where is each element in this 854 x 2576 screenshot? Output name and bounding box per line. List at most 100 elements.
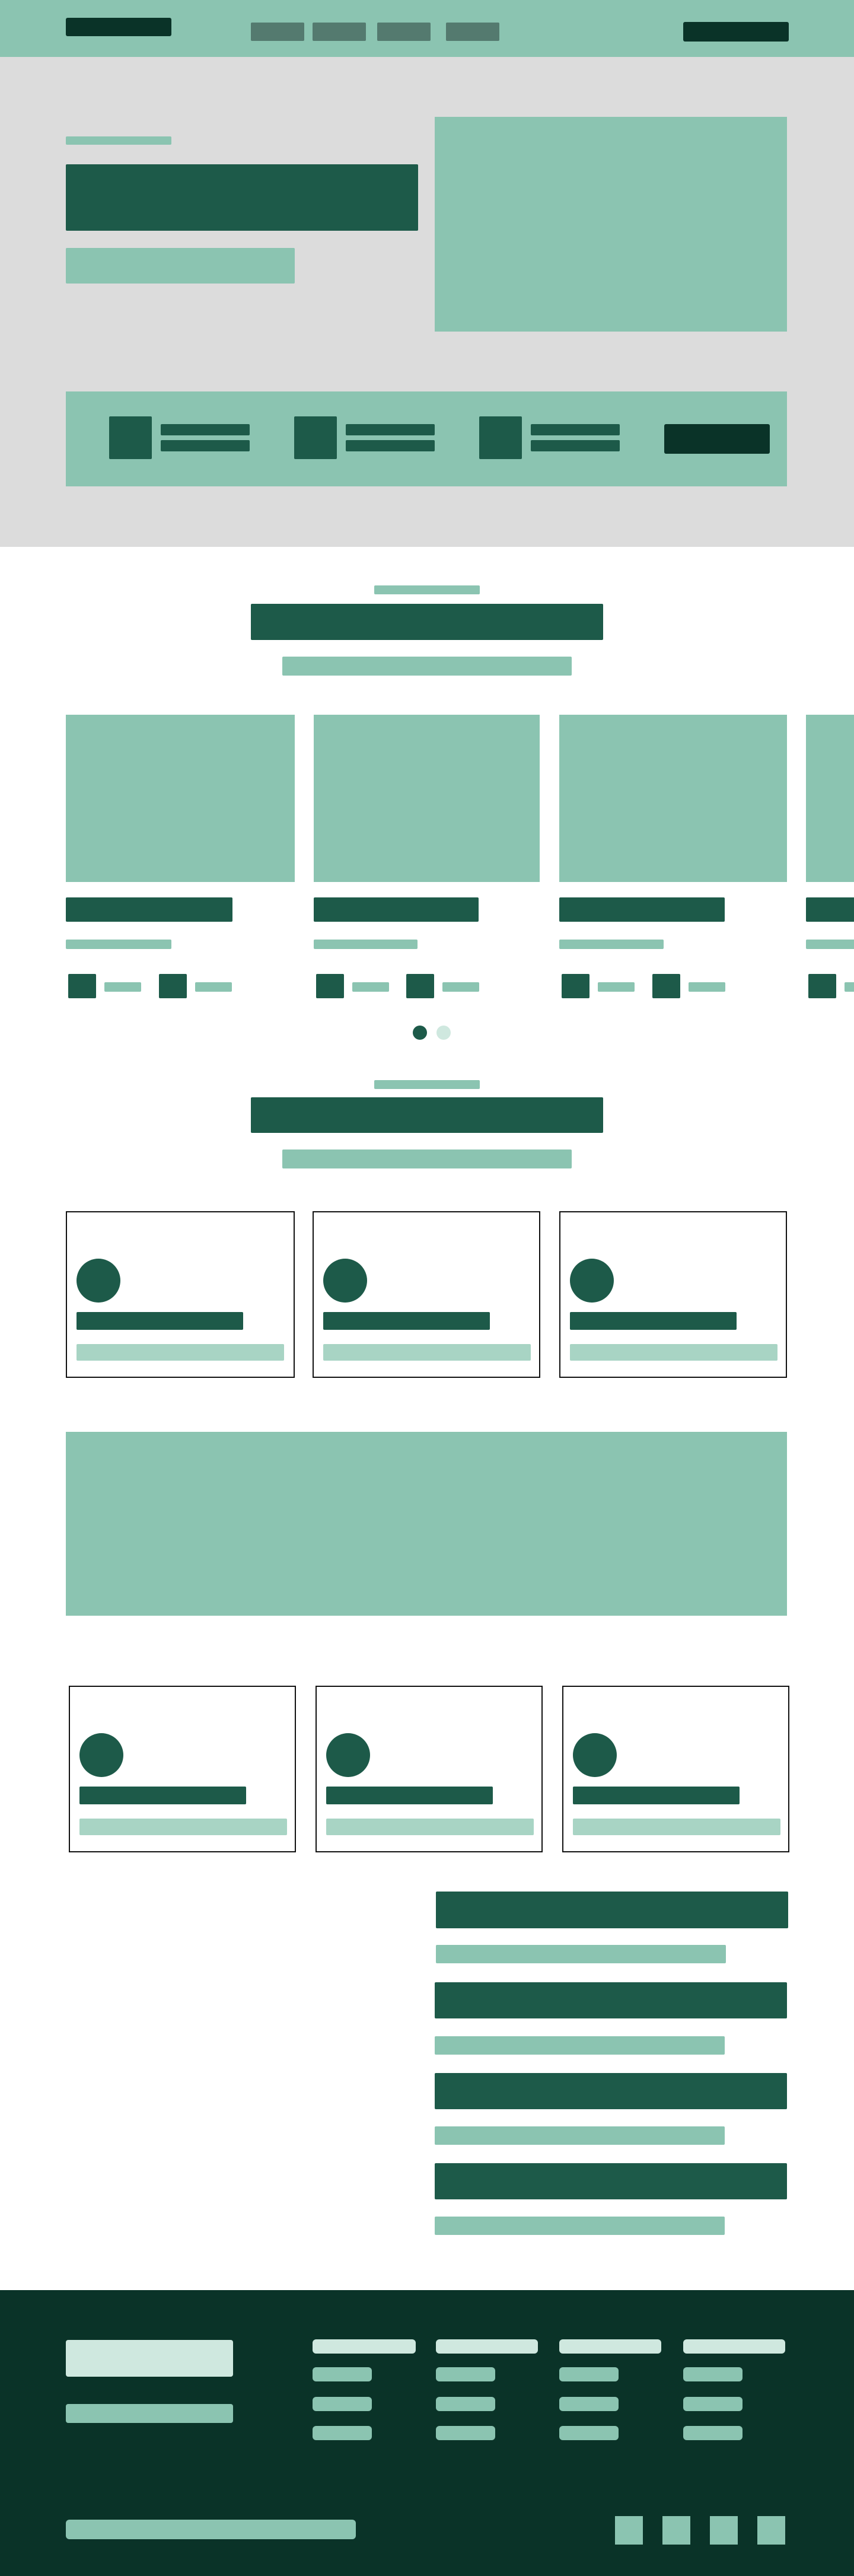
footer-tagline [66,2404,233,2423]
hero-section [0,57,854,547]
carousel-dot-active[interactable] [413,1026,427,1040]
product-card[interactable] [559,715,787,999]
product-meta-text [352,982,389,992]
faq-item-title[interactable] [435,2073,787,2109]
product-image [66,715,295,882]
footer-link[interactable] [313,2426,372,2440]
product-title [806,897,854,922]
footer-link[interactable] [313,2397,372,2411]
logo[interactable] [66,18,171,36]
testimonial-card[interactable] [562,1686,789,1852]
faq-item-text [435,2217,725,2235]
hero-cta-button[interactable] [664,424,770,454]
footer-link[interactable] [559,2367,619,2381]
carousel-dot[interactable] [436,1026,451,1040]
hero-eyebrow [66,136,171,145]
feature-icon [294,416,337,459]
footer-link[interactable] [436,2426,495,2440]
testimonial-card[interactable] [316,1686,543,1852]
social-icon[interactable] [710,2516,738,2545]
header-cta-button[interactable] [683,22,789,42]
section-heading [251,604,603,640]
testimonial-avatar [326,1733,370,1777]
footer-link[interactable] [683,2367,743,2381]
footer-link[interactable] [559,2397,619,2411]
nav-item-1[interactable] [251,23,304,41]
feature-card[interactable] [559,1211,787,1378]
footer-copyright [66,2520,356,2539]
footer-link[interactable] [559,2426,619,2440]
feature-card[interactable] [313,1211,540,1378]
faq-item-title[interactable] [436,1892,788,1928]
footer-link[interactable] [683,2397,743,2411]
product-meta-text [689,982,725,992]
hero-heading [66,164,418,231]
feature-line [161,440,250,451]
nav-item-2[interactable] [313,23,366,41]
footer-link[interactable] [683,2426,743,2440]
testimonial-card[interactable] [69,1686,296,1852]
site-footer [0,2290,854,2576]
footer-logo[interactable] [66,2340,233,2377]
feature-icon [479,416,522,459]
product-title [559,897,725,922]
social-icon[interactable] [757,2516,785,2545]
feature-card-title [77,1312,243,1330]
social-icon[interactable] [615,2516,643,2545]
testimonial-name [573,1787,740,1804]
product-meta-icon [68,974,96,998]
testimonials-section [0,1685,854,1857]
section-subheading [282,657,572,676]
section-eyebrow [374,585,480,594]
product-meta-icon [159,974,187,998]
footer-column-heading [683,2339,785,2354]
footer-link[interactable] [313,2367,372,2381]
product-image [559,715,787,882]
faq-item-title[interactable] [435,2163,787,2199]
product-meta-icon [406,974,434,998]
feature-icon [109,416,152,459]
product-meta-text [195,982,232,992]
nav-item-3[interactable] [377,23,431,41]
testimonial-avatar [79,1733,123,1777]
faq-item-title[interactable] [435,1982,787,2018]
section-eyebrow [374,1080,480,1089]
footer-link[interactable] [436,2397,495,2411]
feature-card-title [570,1312,737,1330]
section-subheading [282,1150,572,1168]
nav-item-4[interactable] [446,23,499,41]
product-title [314,897,479,922]
features-section [0,1080,854,1388]
product-subtitle [806,940,854,949]
footer-link[interactable] [436,2367,495,2381]
product-card[interactable] [806,715,854,999]
footer-column-heading [559,2339,661,2354]
site-header [0,0,854,57]
feature-line [161,424,250,435]
feature-card-text [77,1344,284,1361]
footer-column-heading [436,2339,538,2354]
product-meta-text [442,982,479,992]
product-image [806,715,854,882]
product-meta-icon [652,974,680,998]
testimonial-name [79,1787,246,1804]
product-card[interactable] [314,715,540,999]
social-icon[interactable] [662,2516,690,2545]
testimonial-name [326,1787,493,1804]
hero-features-bar [66,391,787,486]
product-meta-icon [808,974,836,998]
product-card[interactable] [66,715,295,999]
product-subtitle [559,940,664,949]
products-section [0,547,854,1081]
faq-item-text [436,1945,726,1963]
product-meta-icon [316,974,344,998]
feature-card-title [323,1312,490,1330]
feature-card[interactable] [66,1211,295,1378]
faq-section [0,1886,854,2242]
product-meta-text [598,982,635,992]
product-title [66,897,232,922]
faq-item-text [435,2036,725,2055]
feature-card-text [323,1344,531,1361]
hero-image [435,117,787,332]
product-subtitle [314,940,418,949]
